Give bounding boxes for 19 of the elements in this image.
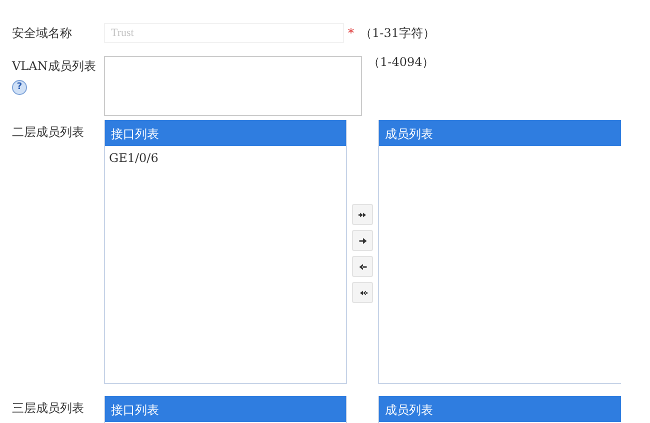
field-label: VLAN成员列表 xyxy=(12,58,96,75)
hint-text: （1-31字符） xyxy=(360,25,435,42)
field-label: 安全域名称 xyxy=(12,25,73,42)
hint-text: （1-4094） xyxy=(368,54,434,71)
transfer-button[interactable] xyxy=(352,282,373,303)
list-item[interactable]: GE1/0/6 xyxy=(109,150,342,166)
list-header: 接口列表 xyxy=(105,396,346,422)
list-header: 成员列表 xyxy=(379,396,621,422)
field-label: 二层成员列表 xyxy=(12,124,85,141)
required-mark: * xyxy=(348,26,354,40)
transfer-button[interactable] xyxy=(352,204,373,225)
transfer-button[interactable] xyxy=(352,230,373,251)
field-label: 三层成员列表 xyxy=(12,400,85,417)
help-icon[interactable]: ? xyxy=(12,80,27,95)
vlan-field[interactable] xyxy=(104,56,362,116)
name-field[interactable]: Trust xyxy=(104,23,344,43)
transfer-button[interactable] xyxy=(352,256,373,277)
list-header: 接口列表 xyxy=(105,120,346,146)
list-header: 成员列表 xyxy=(379,120,621,146)
